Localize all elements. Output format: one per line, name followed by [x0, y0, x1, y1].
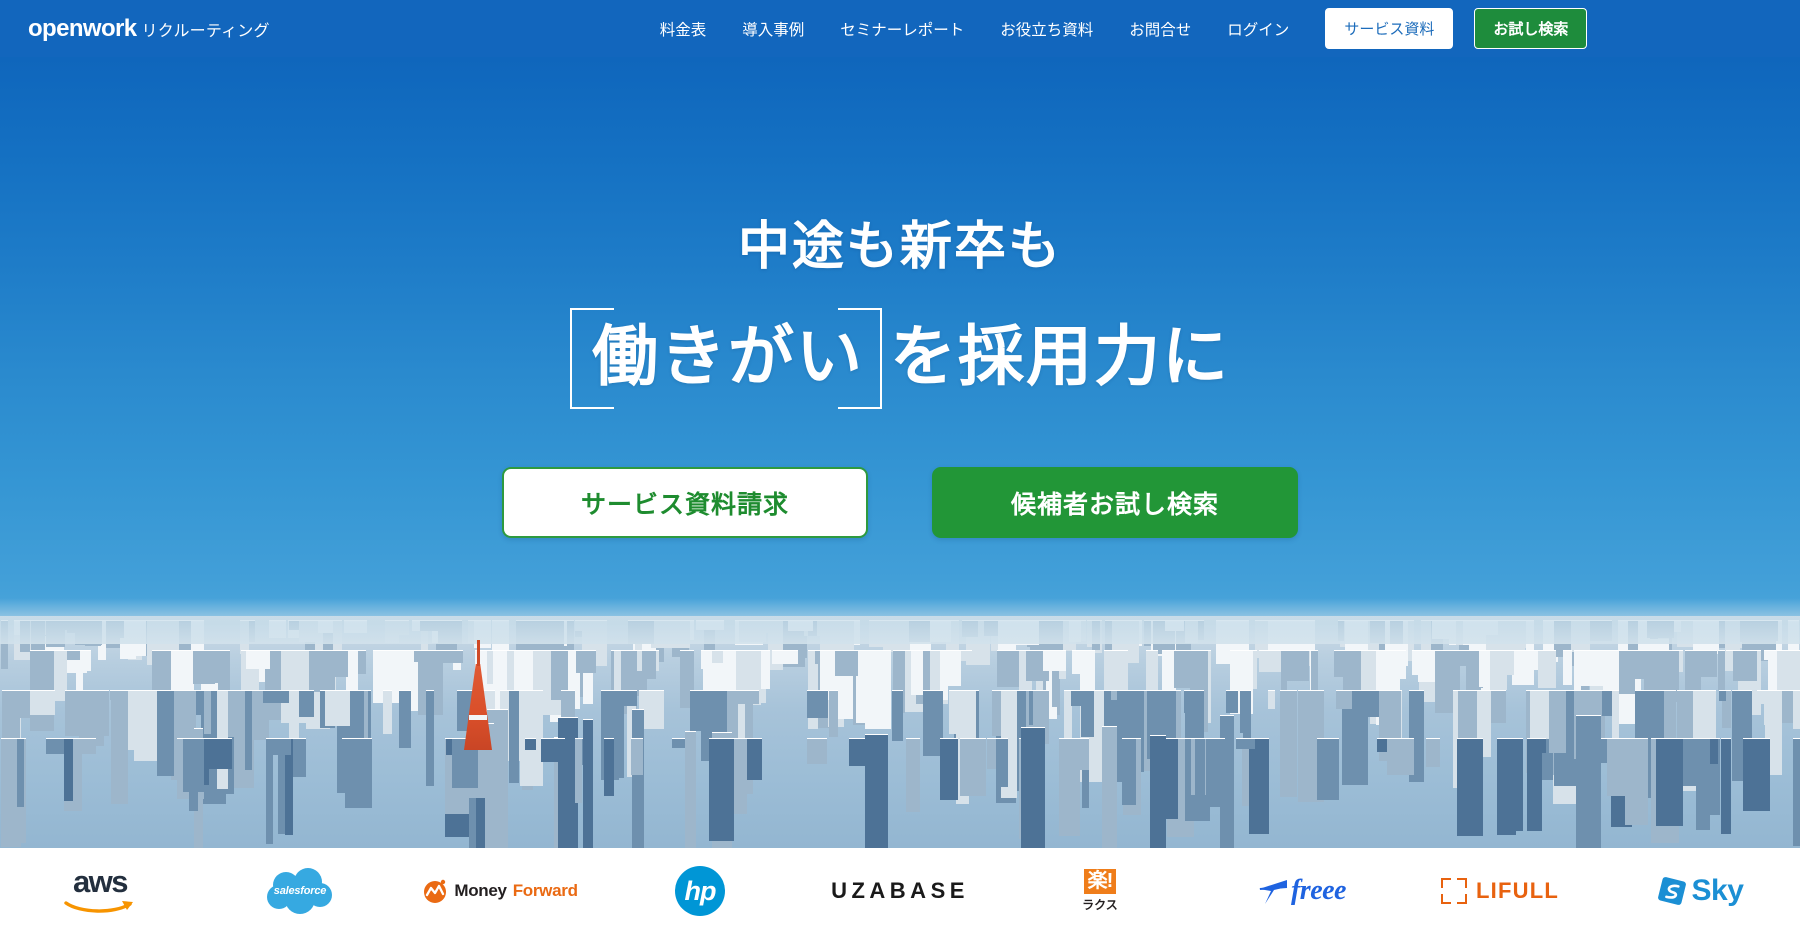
tokyo-cityscape-image	[0, 598, 1800, 848]
salesforce-logo-text: salesforce	[273, 885, 327, 897]
money-forward-mark-icon	[424, 879, 447, 903]
trial-search-button[interactable]: お試し検索	[1474, 8, 1588, 49]
lifull-logo: LIFULL	[1441, 878, 1559, 904]
money-forward-logo: Money Forward	[422, 878, 578, 904]
aws-logo: aws	[64, 864, 136, 914]
nav-item-resources[interactable]: お役立ち資料	[1000, 18, 1093, 40]
hero-subheadline: 中途も新卒も	[737, 218, 1062, 276]
hero-content: 中途も新卒も 働きがい を採用力に サービス資料請求 候補者お試し検索	[0, 57, 1800, 539]
logo-item-hp[interactable]: hp	[600, 848, 800, 934]
money-forward-text-money: Money	[454, 881, 507, 900]
nav-item-pricing[interactable]: 料金表	[660, 18, 707, 40]
lifull-logo-text: LIFULL	[1476, 878, 1559, 903]
hp-logo: hp	[675, 866, 725, 916]
sky-logo: Sky	[1657, 874, 1744, 908]
request-service-document-button[interactable]: サービス資料請求	[502, 467, 868, 539]
brand-mark-text: openwork	[28, 14, 137, 42]
nav-item-casestudies[interactable]: 導入事例	[742, 18, 804, 40]
landing-page: openwork リクルーティング 料金表 導入事例 セミナーレポート お役立ち…	[0, 0, 1800, 934]
hero-cta-row: サービス資料請求 候補者お試し検索	[0, 467, 1800, 539]
sky-logo-text: Sky	[1691, 874, 1744, 907]
logo-item-aws[interactable]: aws	[0, 848, 200, 934]
logo-item-salesforce[interactable]: salesforce	[200, 848, 400, 934]
city-horizon-haze	[0, 598, 1800, 644]
nav-item-contact[interactable]: お問合せ	[1129, 18, 1191, 40]
headline-tail-text: を採用力に	[890, 319, 1230, 393]
brand-logo[interactable]: openwork リクルーティング	[28, 15, 270, 43]
rakus-logo: 楽! ラクス	[1082, 869, 1118, 913]
logo-item-money-forward[interactable]: Money Forward	[400, 848, 600, 934]
aws-logo-text: aws	[72, 864, 129, 900]
rakus-logo-mark-text: 楽!	[1083, 869, 1117, 894]
client-logo-bar: aws salesforce Money Forward hp UZABASE …	[0, 848, 1800, 934]
freee-bird-icon	[1258, 880, 1288, 904]
candidate-trial-search-button[interactable]: 候補者お試し検索	[932, 467, 1298, 539]
lifull-bracket-icon	[1441, 878, 1468, 904]
main-navigation: 料金表 導入事例 セミナーレポート お役立ち資料 お問合せ ログイン	[660, 18, 1290, 40]
hp-logo-text: hp	[684, 875, 717, 906]
logo-item-sky[interactable]: Sky	[1600, 848, 1800, 934]
salesforce-logo: salesforce	[264, 867, 336, 915]
service-document-button[interactable]: サービス資料	[1325, 8, 1454, 49]
logo-item-lifull[interactable]: LIFULL	[1400, 848, 1600, 934]
rakus-logo-sub-text: ラクス	[1082, 898, 1118, 912]
nav-item-seminar-report[interactable]: セミナーレポート	[840, 18, 964, 40]
hero-headline: 働きがい を採用力に	[0, 308, 1800, 410]
uzabase-logo-text: UZABASE	[831, 878, 969, 903]
hero-section: 中途も新卒も 働きがい を採用力に サービス資料請求 候補者お試し検索	[0, 57, 1800, 848]
header-actions: サービス資料 お試し検索	[1325, 8, 1588, 49]
freee-logo-text: freee	[1290, 875, 1347, 906]
nav-item-login[interactable]: ログイン	[1227, 18, 1289, 40]
site-header: openwork リクルーティング 料金表 導入事例 セミナーレポート お役立ち…	[0, 0, 1800, 57]
brand-sub-text: リクルーティング	[141, 22, 270, 40]
logo-item-uzabase[interactable]: UZABASE	[800, 848, 1000, 934]
sky-diamond-icon	[1657, 877, 1686, 905]
money-forward-text-forward: Forward	[512, 881, 578, 900]
logo-item-freee[interactable]: freee	[1200, 848, 1400, 934]
headline-bracketed-text: 働きがい	[592, 319, 864, 393]
headline-bracket-frame: 働きがい	[570, 308, 882, 410]
logo-item-rakus[interactable]: 楽! ラクス	[1000, 848, 1200, 934]
aws-smile-arrow-icon	[64, 900, 133, 913]
freee-logo: freee	[1254, 874, 1347, 908]
